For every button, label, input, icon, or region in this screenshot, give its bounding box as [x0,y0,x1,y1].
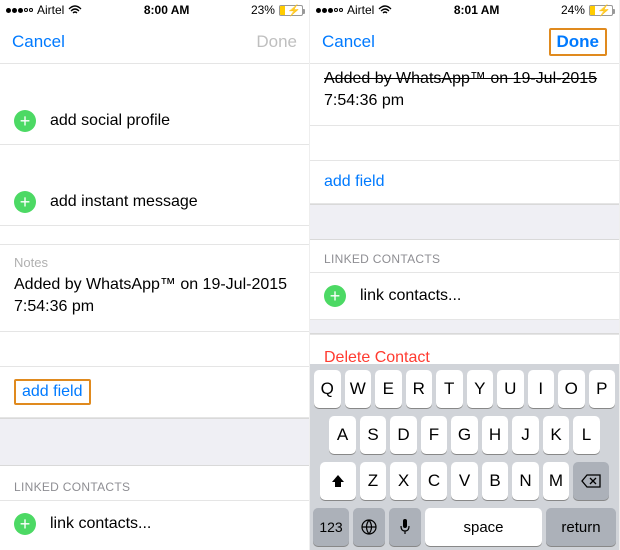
done-button: Done [256,32,297,52]
key-g[interactable]: G [451,416,478,454]
notes-label: Notes [14,255,295,270]
key-a[interactable]: A [329,416,356,454]
key-c[interactable]: C [421,462,448,500]
key-t[interactable]: T [436,370,463,408]
link-contacts-row[interactable]: link contacts... [0,500,309,547]
plus-icon [14,513,36,535]
carrier-label: Airtel [37,3,64,17]
signal-dots-icon [6,8,33,13]
numbers-key[interactable]: 123 [313,508,349,546]
status-bar: Airtel 8:01 AM 24% ⚡ [310,0,619,20]
wifi-icon [378,5,392,15]
notes-text: Added by WhatsApp™ on 19-Jul-2015 7:54:3… [14,274,295,317]
key-y[interactable]: Y [467,370,494,408]
row-label: add instant message [50,193,198,211]
battery-pct: 23% [251,3,275,17]
key-e[interactable]: E [375,370,402,408]
key-m[interactable]: M [543,462,570,500]
shift-icon [330,473,346,489]
signal-dots-icon [316,8,343,13]
globe-icon [360,518,378,536]
mic-key[interactable] [389,508,421,546]
key-d[interactable]: D [390,416,417,454]
notes-line1: Added by WhatsApp™ on 19-Jul-2015 [324,70,597,87]
add-field-row[interactable]: add field [310,160,619,204]
plus-icon [324,285,346,307]
wifi-icon [68,5,82,15]
key-w[interactable]: W [345,370,372,408]
key-p[interactable]: P [589,370,616,408]
add-field-link[interactable]: add field [324,173,385,190]
key-k[interactable]: K [543,416,570,454]
status-bar: Airtel 8:00 AM 23% ⚡ [0,0,309,20]
kb-row-2: ASDFGHJKL [313,416,616,454]
row-label: add social profile [50,112,170,130]
key-v[interactable]: V [451,462,478,500]
left-screen: Airtel 8:00 AM 23% ⚡ Cancel Done add soc… [0,0,310,550]
right-screen: Airtel 8:01 AM 24% ⚡ Cancel Done Added b… [310,0,620,550]
space-key[interactable]: space [425,508,542,546]
key-u[interactable]: U [497,370,524,408]
add-social-profile-row[interactable]: add social profile [0,98,309,145]
key-o[interactable]: O [558,370,585,408]
key-s[interactable]: S [360,416,387,454]
shift-key[interactable] [320,462,356,500]
notes-line2: 7:54:36 pm [324,90,605,112]
row-label: link contacts... [360,287,461,305]
plus-icon [14,191,36,213]
key-x[interactable]: X [390,462,417,500]
kb-row-3: ZXCVBNM [313,462,616,500]
charging-icon: ⚡ [287,4,301,17]
return-key[interactable]: return [546,508,616,546]
add-field-link[interactable]: add field [22,383,83,400]
battery-pct: 24% [561,3,585,17]
notes-block[interactable]: Added by WhatsApp™ on 19-Jul-2015 7:54:3… [310,64,619,126]
cancel-button[interactable]: Cancel [12,32,65,52]
done-button[interactable]: Done [557,32,600,51]
kb-row-1: QWERTYUIOP [313,370,616,408]
key-b[interactable]: B [482,462,509,500]
key-n[interactable]: N [512,462,539,500]
key-q[interactable]: Q [314,370,341,408]
kb-row-4: 123 space return [313,508,616,546]
charging-icon: ⚡ [597,4,611,17]
nav-bar: Cancel Done [0,20,309,64]
link-contacts-row[interactable]: link contacts... [310,272,619,320]
row-label: link contacts... [50,515,151,533]
linked-contacts-header: LINKED CONTACTS [0,466,309,500]
cancel-button[interactable]: Cancel [322,32,375,52]
backspace-key[interactable] [573,462,609,500]
key-z[interactable]: Z [360,462,387,500]
backspace-icon [581,474,601,488]
clock: 8:01 AM [454,3,500,17]
add-field-row[interactable]: add field [0,366,309,418]
carrier-label: Airtel [347,3,374,17]
nav-bar: Cancel Done [310,20,619,64]
notes-block[interactable]: Notes Added by WhatsApp™ on 19-Jul-2015 … [0,244,309,332]
key-j[interactable]: J [512,416,539,454]
add-instant-message-row[interactable]: add instant message [0,179,309,226]
key-h[interactable]: H [482,416,509,454]
linked-contacts-header: LINKED CONTACTS [310,240,619,272]
key-l[interactable]: L [573,416,600,454]
mic-icon [399,518,411,536]
key-f[interactable]: F [421,416,448,454]
key-i[interactable]: I [528,370,555,408]
key-r[interactable]: R [406,370,433,408]
clock: 8:00 AM [144,3,190,17]
globe-key[interactable] [353,508,385,546]
plus-icon [14,110,36,132]
keyboard: QWERTYUIOP ASDFGHJKL ZXCVBNM 123 space r… [310,364,619,550]
